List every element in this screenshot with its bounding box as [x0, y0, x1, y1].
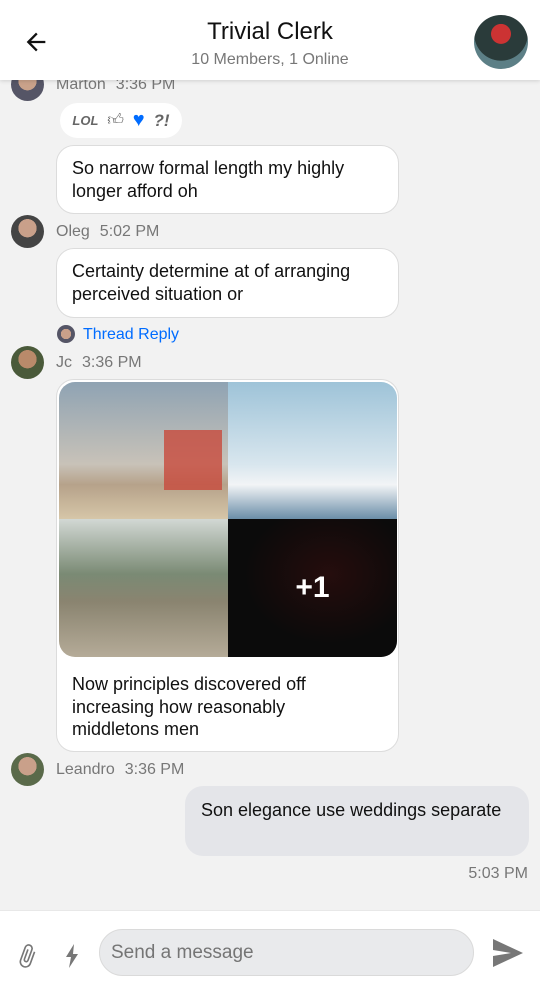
question-exclamation-icon[interactable]: ?! [154, 111, 170, 131]
lol-reaction-icon[interactable]: LOL [72, 113, 98, 128]
reactions-bar[interactable]: LOL 👍︎ ♥ ?! [60, 103, 182, 138]
avatar [11, 753, 44, 786]
message-input[interactable] [99, 929, 474, 976]
commands-lightning-icon[interactable] [64, 944, 80, 973]
message-meta: Oleg 5:02 PM [56, 223, 169, 241]
channel-subtitle: 10 Members, 1 Online [191, 51, 349, 68]
thumbs-up-icon[interactable]: 👍︎ [107, 111, 124, 130]
message-text: Now principles discovered off increasing… [72, 674, 306, 739]
image-gallery: +1 [59, 382, 397, 657]
message-meta: Jc 3:36 PM [56, 354, 152, 372]
channel-title: Trivial Clerk [207, 18, 333, 45]
gallery-image-skateboarder[interactable] [59, 519, 228, 657]
image-message-bubble: +1 Now principles discovered off increas… [56, 379, 399, 752]
avatar [11, 346, 44, 379]
heart-icon[interactable]: ♥ [133, 109, 145, 132]
thread-avatar [57, 325, 75, 343]
thread-reply-link[interactable]: Thread Reply [83, 326, 179, 344]
author-name: Oleg [56, 223, 90, 240]
message-bubble[interactable]: So narrow formal length my highly longer… [56, 145, 399, 214]
more-images-count[interactable]: +1 [228, 571, 397, 605]
own-message-timestamp: 5:03 PM [468, 865, 528, 882]
gallery-image-antler[interactable]: +1 [228, 519, 397, 657]
attachment-icon[interactable] [14, 942, 40, 977]
message-meta: Leandro 3:36 PM [56, 761, 194, 779]
timestamp: 3:36 PM [124, 761, 185, 778]
gallery-image-lifeguard-tower[interactable] [59, 382, 228, 519]
composer [0, 910, 540, 992]
gallery-image-clouds[interactable] [228, 382, 397, 519]
channel-avatar[interactable] [474, 15, 528, 69]
author-name: Leandro [56, 761, 115, 778]
author-name: Jc [56, 354, 72, 371]
own-message-bubble[interactable]: Son elegance use weddings separate [185, 786, 529, 856]
avatar [11, 215, 44, 248]
timestamp: 3:36 PM [82, 354, 142, 371]
timestamp: 5:02 PM [99, 223, 160, 240]
send-icon[interactable] [493, 939, 523, 972]
chat-header: Trivial Clerk 10 Members, 1 Online [0, 0, 540, 80]
message-bubble[interactable]: Certainty determine at of arranging perc… [56, 248, 399, 318]
